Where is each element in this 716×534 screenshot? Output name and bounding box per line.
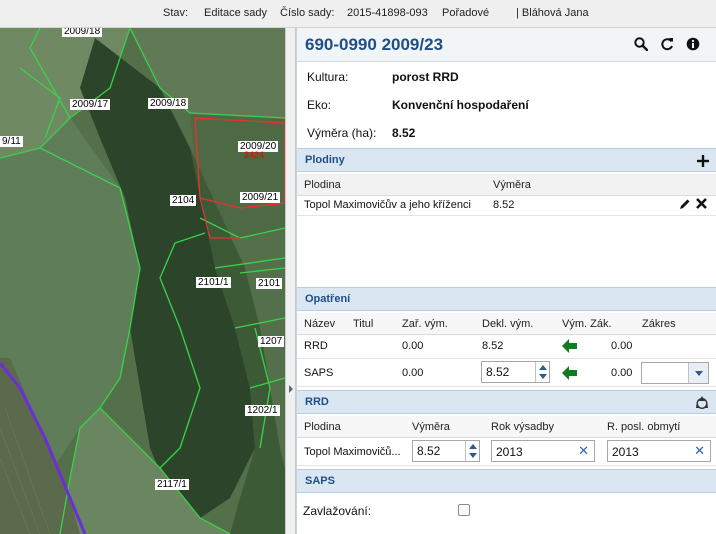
- rok-vysadby-input[interactable]: 2013 ✕: [491, 440, 595, 462]
- table-row[interactable]: RRD 0.00 8.52 0.00: [297, 335, 716, 359]
- column-header[interactable]: Dekl. vým.: [482, 318, 533, 330]
- parcel-title: 690-0990 2009/23: [305, 35, 444, 54]
- parcel-label[interactable]: 2101/1: [196, 277, 231, 288]
- column-header[interactable]: Zař. vým.: [402, 318, 448, 330]
- clear-icon[interactable]: ✕: [578, 443, 589, 459]
- vym-zak-cell: 0.00: [611, 340, 633, 352]
- zakres-select[interactable]: [641, 362, 709, 384]
- r-posl-obmyti-value: 2013: [612, 445, 639, 459]
- column-header[interactable]: Plodina: [304, 421, 341, 433]
- zar-vym-cell: 0.00: [402, 367, 424, 379]
- pencil-icon[interactable]: [679, 198, 691, 213]
- parcel-label[interactable]: 2104: [170, 195, 197, 206]
- clear-icon[interactable]: ✕: [694, 443, 705, 459]
- rrd-title: RRD: [305, 396, 329, 408]
- parcel-label[interactable]: 2009/18: [148, 98, 189, 109]
- stav-label: Stav:: [163, 7, 189, 19]
- dekl-vym-value: 8.52: [486, 365, 510, 379]
- vymera-label: Výměra (ha):: [307, 126, 377, 140]
- plus-icon[interactable]: [697, 152, 709, 171]
- parcel-label[interactable]: 9/11: [0, 136, 23, 147]
- r-posl-obmyti-input[interactable]: 2013 ✕: [607, 440, 711, 462]
- rrd-grid-header: Plodina Výměra Rok výsadby R. posl. obmy…: [297, 416, 716, 438]
- cislo-sady-value: 2015-41898-093: [347, 7, 428, 19]
- search-icon[interactable]: [633, 37, 649, 53]
- plodina-cell: Topol Maximovičův a jeho kříženci: [304, 199, 471, 211]
- column-header[interactable]: Název: [304, 318, 335, 330]
- rrd-vymera-value: 8.52: [417, 444, 441, 458]
- parcel-label[interactable]: 2117/1: [155, 479, 189, 490]
- parcel-label[interactable]: 2009/18: [62, 28, 103, 37]
- rrd-section-header: RRD: [297, 390, 716, 414]
- opatreni-section-header: Opatření: [297, 287, 716, 311]
- zar-vym-cell: 0.00: [402, 340, 424, 352]
- plodiny-section-header: Plodiny: [297, 148, 716, 172]
- nazev-cell: SAPS: [304, 367, 334, 379]
- parcel-label-red: 2424: [244, 150, 265, 160]
- collapse-arrow-icon[interactable]: [289, 385, 293, 393]
- poradove-label: Pořadové: [442, 7, 490, 19]
- table-row[interactable]: Topol Maximovičův a jeho kříženci 8.52: [297, 196, 716, 216]
- saps-title: SAPS: [305, 475, 335, 487]
- rrd-vymera-stepper[interactable]: 8.52: [412, 440, 480, 462]
- panel-splitter[interactable]: [285, 28, 296, 534]
- zavlazovani-label: Zavlažování:: [303, 504, 372, 518]
- user-name: | Bláhová Jana: [516, 7, 589, 19]
- plodiny-grid-header: Plodina Výměra: [297, 174, 716, 196]
- parcel-label[interactable]: 2009/21: [240, 192, 281, 203]
- delete-icon[interactable]: [696, 198, 707, 212]
- column-header[interactable]: Vým. Zák.: [562, 318, 612, 330]
- kultura-value: porost RRD: [392, 70, 459, 84]
- table-row[interactable]: SAPS 0.00 8.52 0.00: [297, 359, 716, 387]
- stav-value: Editace sady: [204, 7, 267, 19]
- saps-section-header: SAPS: [297, 469, 716, 493]
- spin-up-icon[interactable]: [469, 444, 477, 449]
- zavlazovani-checkbox[interactable]: [458, 504, 470, 516]
- map-view[interactable]: 2009/18 2009/17 2009/18 9/11 2009/20 242…: [0, 28, 285, 534]
- eko-label: Eko:: [307, 98, 332, 112]
- column-header[interactable]: Zákres: [642, 318, 676, 330]
- column-header[interactable]: R. posl. obmytí: [607, 421, 680, 433]
- parcel-label[interactable]: 2101: [256, 278, 283, 289]
- recycle-icon[interactable]: [695, 395, 709, 413]
- nazev-cell: RRD: [304, 340, 328, 352]
- info-icon[interactable]: [685, 37, 701, 53]
- cislo-sady-label: Číslo sady:: [280, 7, 335, 19]
- kultura-label: Kultura:: [307, 70, 349, 84]
- rok-vysadby-value: 2013: [496, 445, 523, 459]
- arrow-left-icon[interactable]: [562, 339, 578, 357]
- chevron-down-icon[interactable]: [688, 363, 708, 383]
- vymera-cell: 8.52: [493, 199, 515, 211]
- column-header[interactable]: Titul: [353, 318, 373, 330]
- table-row[interactable]: Topol Maximovičů... 8.52 2013 ✕ 2013 ✕: [297, 438, 716, 466]
- spin-buttons[interactable]: [535, 362, 549, 382]
- parcel-label[interactable]: 1202/1: [245, 405, 280, 416]
- eko-value: Konvenční hospodaření: [392, 98, 529, 112]
- arrow-left-icon[interactable]: [562, 366, 578, 384]
- map-imagery: [0, 28, 285, 534]
- detail-panel: 690-0990 2009/23 Kultura: porost RRD Eko…: [296, 28, 716, 534]
- spin-down-icon[interactable]: [469, 453, 477, 458]
- plodina-cell: Topol Maximovičů...: [304, 446, 401, 458]
- status-bar: Stav: Editace sady Číslo sady: 2015-4189…: [0, 0, 716, 28]
- spin-up-icon[interactable]: [539, 365, 547, 370]
- refresh-icon[interactable]: [659, 37, 675, 53]
- plodiny-title: Plodiny: [305, 154, 345, 166]
- opatreni-grid-header: Název Titul Zař. vým. Dekl. vým. Vým. Zá…: [297, 313, 716, 335]
- column-header[interactable]: Rok výsadby: [491, 421, 554, 433]
- panel-header: 690-0990 2009/23: [297, 28, 716, 62]
- column-header[interactable]: Plodina: [304, 179, 341, 191]
- vymera-value: 8.52: [392, 126, 416, 140]
- vym-zak-cell: 0.00: [611, 367, 633, 379]
- spin-down-icon[interactable]: [539, 374, 547, 379]
- column-header[interactable]: Výměra: [493, 179, 531, 191]
- parcel-label[interactable]: 2009/17: [70, 99, 111, 110]
- dekl-vym-stepper[interactable]: 8.52: [481, 361, 550, 383]
- spin-buttons[interactable]: [465, 441, 479, 461]
- dekl-vym-cell: 8.52: [482, 340, 504, 352]
- opatreni-title: Opatření: [305, 293, 351, 305]
- column-header[interactable]: Výměra: [412, 421, 450, 433]
- parcel-label[interactable]: 1207: [258, 336, 285, 347]
